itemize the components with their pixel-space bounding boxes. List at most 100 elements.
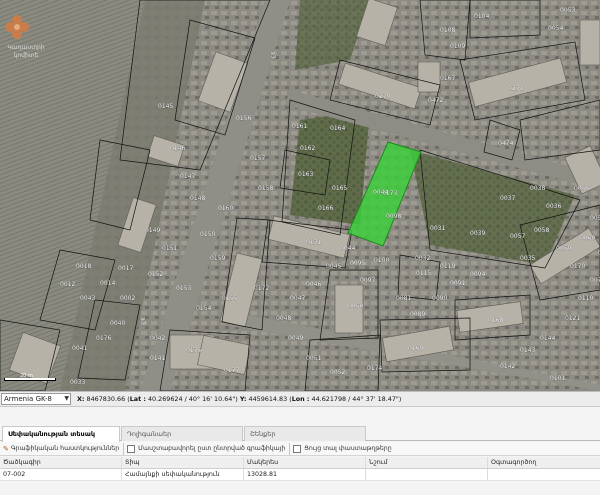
checkbox-box[interactable] [127, 444, 136, 453]
parcel-label: 0036 [546, 203, 561, 210]
highlighted-parcel-label: 0044 [373, 189, 388, 196]
lon-label: Lon : [291, 395, 310, 403]
parcel-label: 0037 [500, 195, 515, 202]
parcel-label: 0053 [560, 7, 575, 14]
parcel-label: 0054 [548, 25, 563, 32]
graphic-properties-label: Գրաֆիկական հաստկություններ [10, 445, 120, 452]
logo-text: կոմիտե [13, 52, 39, 59]
checkbox-box[interactable] [293, 444, 302, 453]
parcel-label: 0059 [556, 245, 571, 252]
map-view[interactable]: 43 43 0271 0474 0270 0472 0108 0109 0104 0145 01… [0, 0, 600, 391]
parcel-label: 0474 [498, 140, 513, 147]
parcel-label: 0057 [510, 233, 525, 240]
parcel-label: 0055 [574, 185, 589, 192]
map-canvas[interactable]: 43 43 0271047402700472010801090104014501… [0, 0, 600, 391]
zoom-to-selected-checkbox[interactable]: Մասշտաբավորել ըստ ընտրված գրաֆիկայի [127, 443, 285, 455]
parcel-label: 0048 [276, 315, 291, 322]
scale-bar: 20 m [4, 372, 60, 386]
parcel-label: 0151 [162, 245, 177, 252]
cell-user [488, 469, 600, 480]
parcel-label: 0038 [530, 185, 545, 192]
toolbar-divider [123, 442, 125, 455]
column-header-area[interactable]: Մակերես [244, 457, 366, 468]
parcel-label: 0109 [450, 43, 465, 50]
parcel-label: 0176 [96, 335, 111, 342]
parcel-label: 0044 [340, 245, 355, 252]
parcel-label: 0271 [508, 85, 523, 92]
parcel-label: 0104 [474, 13, 489, 20]
parcel-label: 0031 [430, 225, 445, 232]
parcel-label: 0168 [488, 317, 503, 324]
crs-select[interactable]: Armenia GK-8 ▼ [1, 393, 71, 405]
tab-buildings[interactable]: Շենքեր [244, 426, 366, 441]
parcel-label: 0174 [367, 365, 382, 372]
parcel-label: 0033 [70, 379, 85, 386]
tab-bar: Սեփականության տեսակ Դոլիգանաեր Շենքեր [0, 425, 600, 442]
parcel-label: 0143 [520, 347, 535, 354]
pencil-icon: ✎ [3, 444, 9, 453]
parcel-label: 0090 [432, 295, 447, 302]
parcel-label: 0155 [222, 295, 237, 302]
parcel-label: 0144 [540, 335, 555, 342]
parcel-label: 0043 [80, 295, 95, 302]
parcel-label: 0160 [218, 205, 233, 212]
table-row[interactable]: 07-002 Համայնքի սեփականություն 13028.81 [0, 469, 600, 481]
parcel-label: 0119 [440, 263, 455, 270]
chevron-down-icon[interactable]: ▼ [64, 394, 69, 404]
parcel-label: 0100 [374, 257, 389, 264]
cell-area: 13028.81 [244, 469, 366, 480]
lat-value: 40.269624 / 40° 16' 10.64" [147, 395, 236, 403]
cell-code: 07-002 [0, 469, 122, 480]
parcel-label: 0163 [298, 171, 313, 178]
parcel-label: 0049 [288, 335, 303, 342]
show-documents-checkbox[interactable]: Ցույց տալ փաստաթղթերը [293, 443, 392, 455]
parcel-label: 0098 [386, 213, 401, 220]
table-header: Ծածկագիր Տիպ Մակերես Նշում Օգտագործող [0, 457, 600, 469]
tab-ownership-type[interactable]: Սեփականության տեսակ [2, 426, 120, 442]
flower-logo-icon [5, 15, 29, 39]
parcel-label: 0169 [408, 345, 423, 352]
y-label: Y: [239, 395, 247, 403]
tab-holders[interactable]: Դոլիգանաեր [121, 426, 243, 441]
parcel-label: 0101 [550, 375, 565, 382]
parcel-label: 0032 [415, 255, 430, 262]
column-header-code[interactable]: Ծածկագիր [0, 457, 122, 468]
parcel-label: 0095 [350, 260, 365, 267]
parcel-label: 0056 [590, 215, 600, 222]
parcel-label: 0146 [170, 145, 185, 152]
parcel-label: 0175 [186, 347, 201, 354]
parcel-label: 0172 [254, 285, 269, 292]
graphic-properties-button[interactable]: ✎ Գրաֆիկական հաստկություններ [3, 443, 119, 455]
parcel-label: 0171 [306, 239, 321, 246]
parcel-label: 0039 [470, 230, 485, 237]
parcel-label: 0058 [534, 227, 549, 234]
column-header-user[interactable]: Օգտագործող [488, 457, 600, 468]
parcel-label: 0014 [100, 280, 115, 287]
column-header-type[interactable]: Տիպ [122, 457, 244, 468]
x-label: X: [77, 395, 85, 403]
parcel-label: 0050 [348, 303, 363, 310]
toolbar: ✎ Գրաֆիկական հաստկություններ Մասշտաբավոր… [0, 442, 600, 456]
parcel-label: 0017 [118, 265, 133, 272]
parcel-label: 0147 [180, 173, 195, 180]
coordinate-readout: X: 8467830.66 (Lat : 40.269624 / 40° 16'… [77, 395, 402, 403]
column-header-note[interactable]: Նշում [366, 457, 488, 468]
parcel-label: 0035 [520, 255, 535, 262]
parcel-label: 0177 [224, 367, 239, 374]
parcel-label: 0046 [306, 281, 321, 288]
lon-value: 44.621798 / 44° 37' 18.47" [311, 395, 399, 403]
parcel-label: 0110 [578, 295, 593, 302]
parcel-label: 0164 [330, 125, 345, 132]
parcel-label: 0145 [158, 103, 173, 110]
parcel-label: 0012 [60, 281, 75, 288]
parcel-label: 0108 [440, 27, 455, 34]
parcel-label: 0097 [360, 277, 375, 284]
parcel-label: 0052 [330, 369, 345, 376]
parcel-label: 0081 [396, 295, 411, 302]
parcel-label: 0156 [236, 115, 251, 122]
parcel-label: 0161 [292, 123, 307, 130]
cell-note [366, 469, 488, 480]
toolbar-divider [289, 442, 291, 455]
cell-type: Համայնքի սեփականություն [122, 469, 244, 480]
parcel-label: 0060 [580, 235, 595, 242]
